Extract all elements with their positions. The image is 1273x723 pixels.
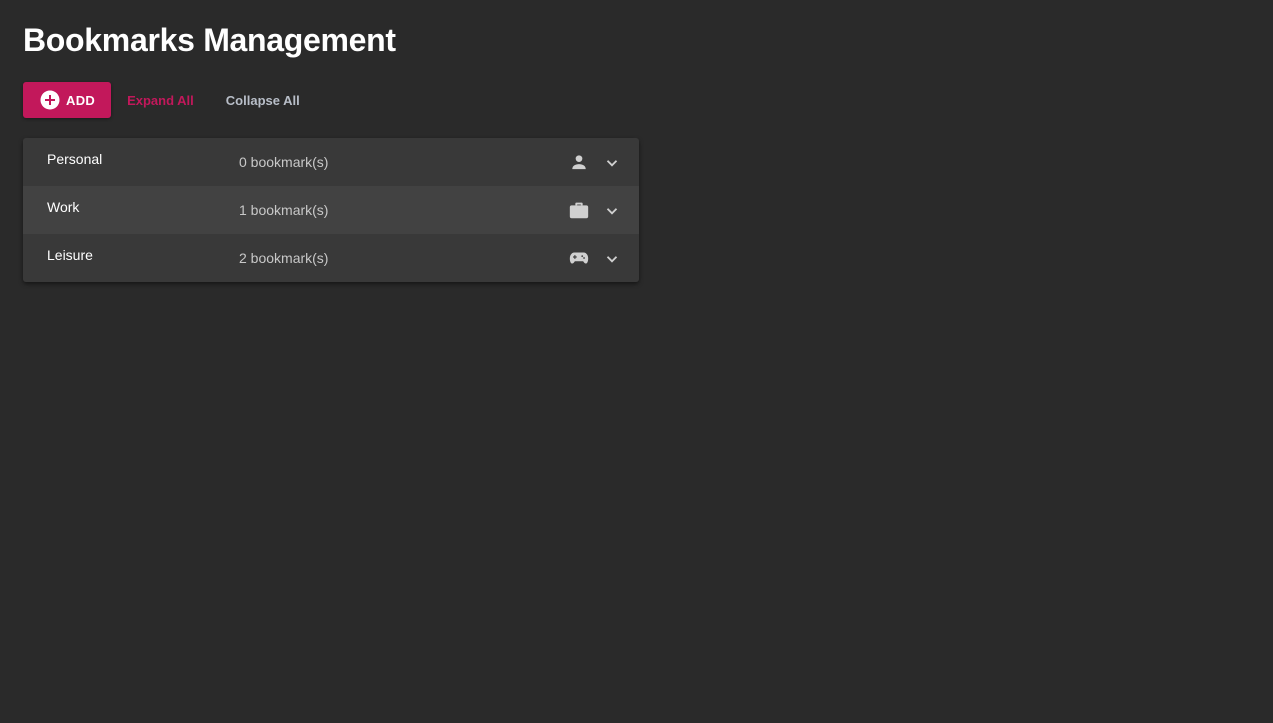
page: Bookmarks Management ADD Expand All Coll… xyxy=(0,0,1273,723)
gamepad-icon xyxy=(568,247,590,269)
collapse-all-button[interactable]: Collapse All xyxy=(226,93,300,108)
category-bookmark-count: 2 bookmark(s) xyxy=(239,250,329,266)
chevron-down-icon[interactable] xyxy=(601,200,623,222)
chevron-down-icon[interactable] xyxy=(601,248,623,270)
chevron-down-icon[interactable] xyxy=(601,152,623,174)
expand-all-button[interactable]: Expand All xyxy=(127,93,194,108)
category-bookmark-count: 0 bookmark(s) xyxy=(239,154,329,170)
person-icon xyxy=(568,151,590,173)
category-bookmark-count: 1 bookmark(s) xyxy=(239,202,329,218)
toolbar: ADD Expand All Collapse All xyxy=(23,82,300,118)
page-title: Bookmarks Management xyxy=(23,22,396,58)
add-button-label: ADD xyxy=(66,92,96,108)
category-row-leisure[interactable]: Leisure 2 bookmark(s) xyxy=(23,234,639,282)
category-row-work[interactable]: Work 1 bookmark(s) xyxy=(23,186,639,234)
category-row-personal[interactable]: Personal 0 bookmark(s) xyxy=(23,138,639,186)
bookmark-categories-panel: Personal 0 bookmark(s) Work 1 bookmark(s… xyxy=(23,138,639,282)
category-name: Work xyxy=(47,199,80,215)
plus-circle-icon xyxy=(40,90,60,110)
category-name: Leisure xyxy=(47,247,93,263)
add-button[interactable]: ADD xyxy=(23,82,112,118)
briefcase-icon xyxy=(568,199,590,221)
category-name: Personal xyxy=(47,151,103,167)
